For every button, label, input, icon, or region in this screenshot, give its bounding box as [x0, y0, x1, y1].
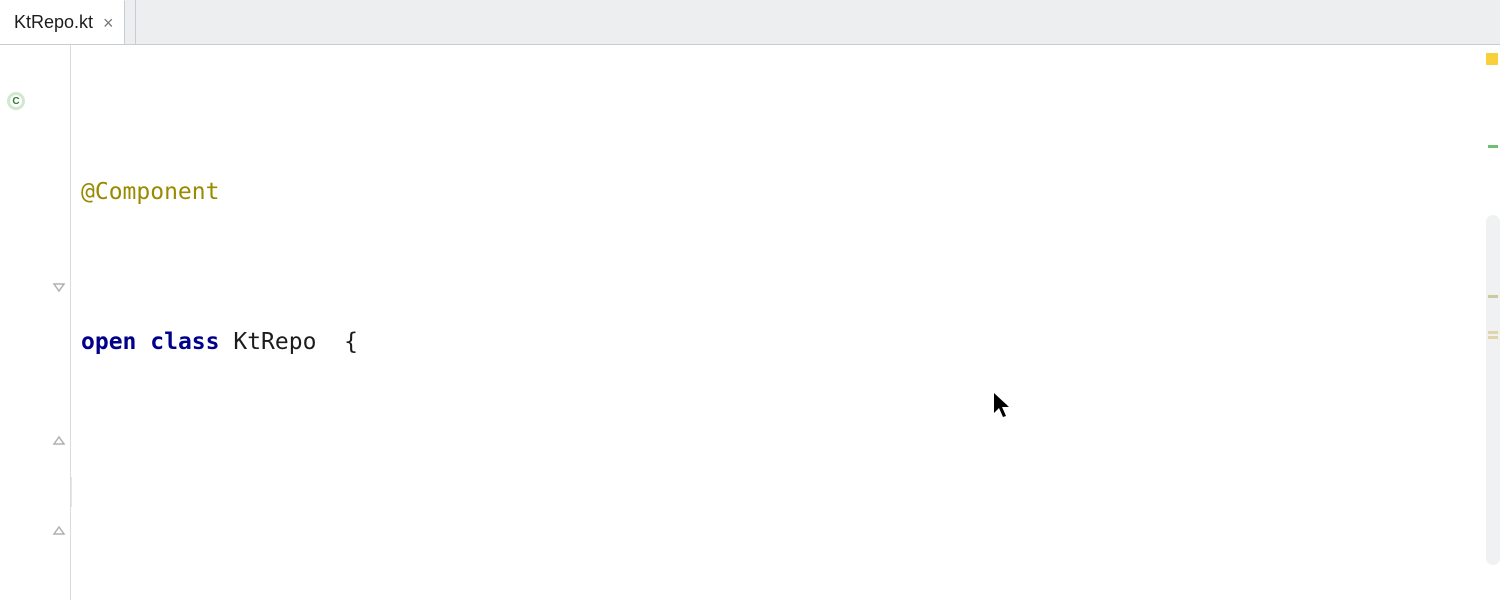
code-editor[interactable]: C @Component open class KtRepo { @Persis…: [0, 45, 1500, 600]
code-text-area[interactable]: @Component open class KtRepo { @Persiste…: [71, 45, 1500, 600]
brace-token: {: [344, 329, 358, 355]
code-line[interactable]: [71, 477, 1500, 507]
editor-tab-ktrepo[interactable]: KtRepo.kt ×: [0, 0, 125, 44]
keyword-token: class: [150, 329, 219, 355]
editor-tab-bar: KtRepo.kt ×: [0, 0, 1500, 45]
mouse-cursor-icon: [911, 363, 1014, 457]
fold-end-icon[interactable]: [52, 425, 66, 439]
annotation-token: @Component: [81, 179, 219, 205]
class-gutter-icon[interactable]: C: [6, 90, 26, 110]
fold-toggle-icon[interactable]: [52, 275, 66, 289]
code-line[interactable]: open class KtRepo {: [71, 327, 1500, 357]
tab-filename: KtRepo.kt: [14, 12, 93, 33]
editor-gutter: C: [0, 45, 71, 600]
analysis-status-warning-icon[interactable]: [1486, 53, 1498, 65]
analysis-marker[interactable]: [1488, 145, 1498, 148]
keyword-token: open: [81, 329, 136, 355]
vertical-scrollbar-thumb[interactable]: [1486, 215, 1500, 565]
tab-divider: [135, 0, 136, 44]
svg-text:C: C: [12, 96, 19, 107]
fold-end-icon[interactable]: [52, 515, 66, 529]
class-name-token: KtRepo: [233, 329, 316, 355]
close-tab-icon[interactable]: ×: [103, 14, 114, 32]
code-line[interactable]: @Component: [71, 177, 1500, 207]
